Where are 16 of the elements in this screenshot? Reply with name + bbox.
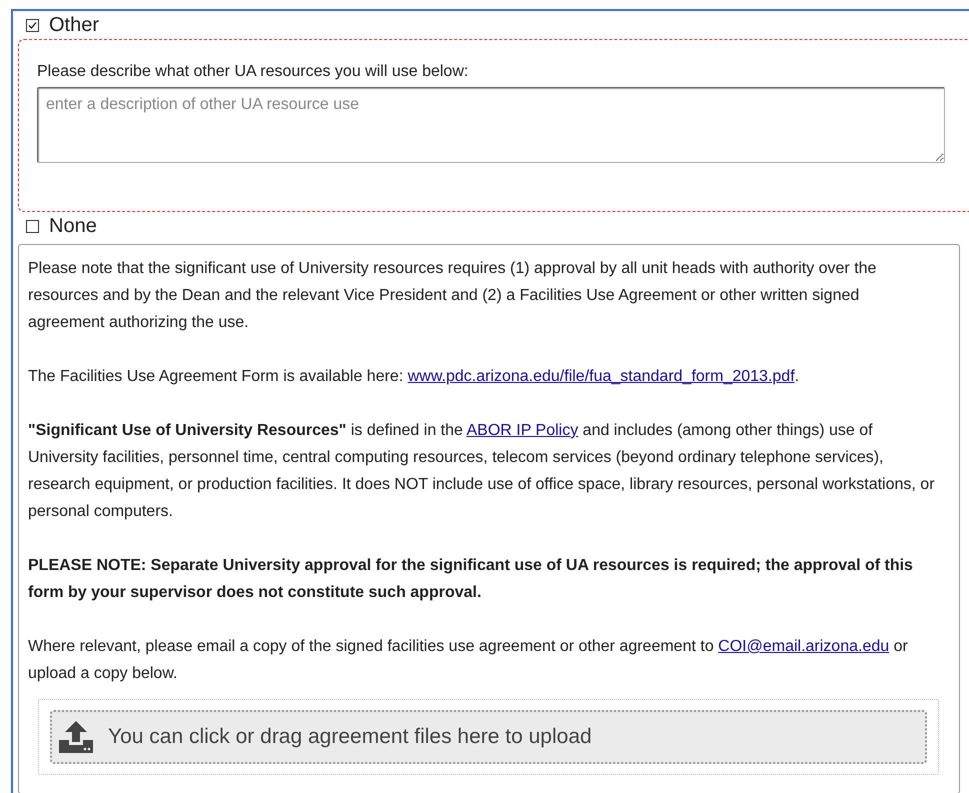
upload-dropzone[interactable]: You can click or drag agreement files here to upload [50, 710, 927, 764]
field-label: Please describe what other UA resources you will use below: [37, 62, 470, 82]
link[interactable]: ABOR IP Policy [466, 422, 578, 439]
notice-paragraph: The Facilities Use Agreement Form is available here: www.pdc.arizona.edu/file/fua_standard_form_2013.pdf. [28, 367, 800, 387]
notice-paragraph: PLEASE NOTE: Separate University approval for the significant use of UA resources is required; the approval of this form by your supervisor does not constitute such approval. [28, 556, 914, 603]
checkbox[interactable] [26, 18, 39, 32]
checkbox[interactable] [26, 220, 39, 232]
option-label[interactable]: None [49, 211, 97, 241]
notice-paragraph: Where relevant, please email a copy of the signed facilities use agreement or other agreement to COI@email.arizona.edu or upload a copy below. [28, 637, 909, 684]
link[interactable]: COI@email.arizona.edu [718, 638, 890, 655]
upload-icon [58, 720, 94, 754]
notice-paragraph: "Significant Use of University Resources" is defined in the ABOR IP Policy and includes (among other things) use of University facilities, personnel time, central computing resources, telecom services (beyond ordinary telephone services), research equipment, or production facilities. It does NOT include use of office space, library resources, personal workstations, or personal computers. [28, 421, 936, 522]
link[interactable]: www.pdc.arizona.edu/file/fua_standard_form_2013.pdf [408, 368, 795, 385]
option-label[interactable]: Other [49, 10, 100, 40]
notice-paragraph: Please note that the significant use of University resources requires (1) approval by all unit heads with authority over the resources and by the Dean and the relevant Vice President and (2) a Facilities Use Agreement or other written signed agreement authorizing the use. [28, 259, 878, 333]
description-field[interactable]: enter a description of other UA resource use [37, 87, 945, 163]
